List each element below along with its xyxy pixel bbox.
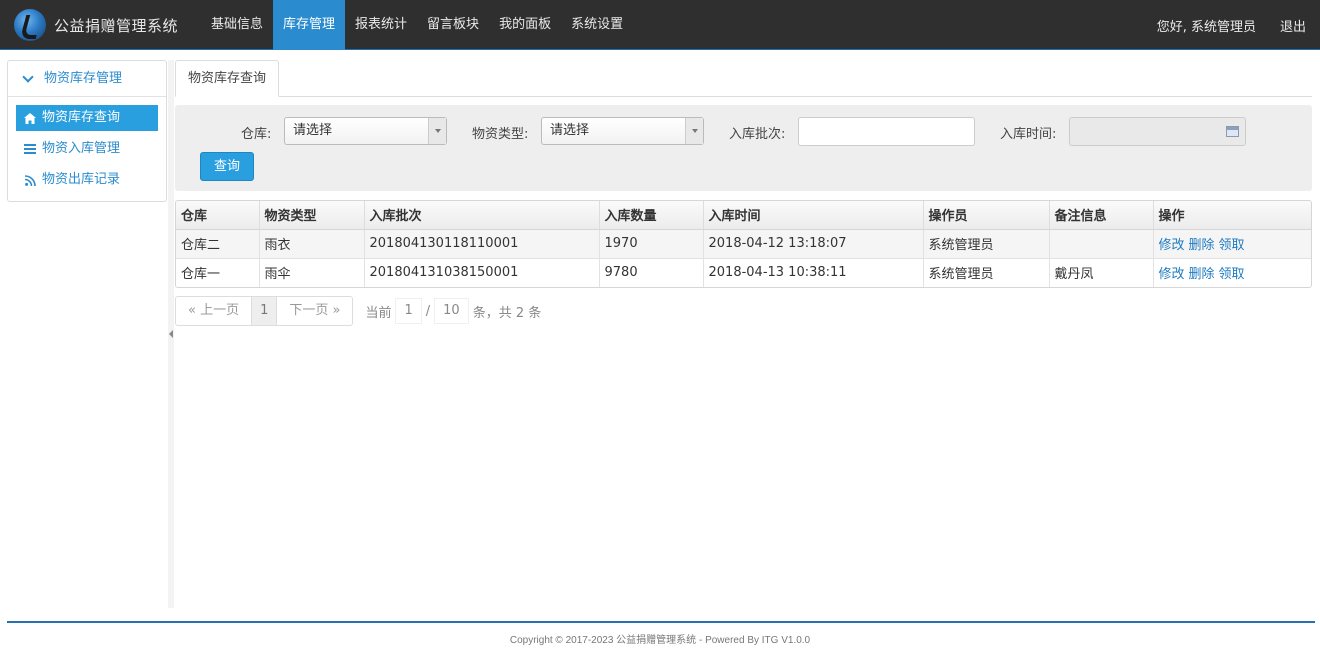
type-label: 物资类型: [472, 127, 529, 142]
cell-actions: 修改 删除 领取 [1153, 258, 1311, 287]
warehouse-select-value: 请选择 [293, 123, 333, 138]
total-pages: 10 [434, 298, 469, 324]
dropdown-arrow-icon[interactable] [685, 118, 703, 144]
prev-page-button[interactable]: « 上一页 [176, 297, 253, 325]
cell-batch: 201804131038150001 [364, 258, 600, 287]
pager-info: 当前 1 / 10 条，共 2 条 [365, 298, 541, 324]
column-header[interactable]: 备注信息 [1049, 201, 1154, 230]
cell-qty: 1970 [599, 229, 704, 259]
footer-copyright: Copyright © 2017-2023 公益捐赠管理系统 - Powered… [509, 635, 811, 646]
column-header[interactable]: 操作 [1153, 201, 1311, 230]
cell-operator: 系统管理员 [923, 258, 1050, 287]
pagination: « 上一页 1 下一页 » 当前 1 / 10 条，共 2 条 [175, 296, 1312, 326]
cell-actions: 修改 删除 领取 [1153, 229, 1311, 259]
main-nav: 基础信息 库存管理 报表统计 留言板块 我的面板 系统设置 [201, 0, 633, 50]
edit-link[interactable]: 修改 [1159, 267, 1185, 282]
footer-divider [7, 621, 1315, 623]
cell-type: 雨伞 [259, 258, 365, 287]
column-header[interactable]: 操作员 [923, 201, 1050, 230]
nav-item-my-panel[interactable]: 我的面板 [489, 0, 561, 50]
filter-panel: 仓库: 请选择 物资类型: 请选择 入库批次: 入库时间: 查询 [175, 105, 1312, 191]
app-logo-icon [14, 9, 46, 41]
sidebar-item-label: 物资出库记录 [42, 172, 121, 187]
column-header[interactable]: 入库批次 [364, 201, 600, 230]
chevron-down-icon [22, 70, 34, 83]
cell-note [1049, 229, 1154, 259]
app-title: 公益捐赠管理系统 [54, 16, 179, 35]
rss-icon [24, 174, 36, 186]
column-header[interactable]: 入库数量 [599, 201, 704, 230]
nav-item-reports[interactable]: 报表统计 [345, 0, 417, 50]
home-icon [24, 112, 36, 124]
tab-inventory-query[interactable]: 物资库存查询 [175, 60, 280, 97]
nav-item-settings[interactable]: 系统设置 [561, 0, 633, 50]
cell-warehouse: 仓库二 [176, 229, 260, 259]
column-header[interactable]: 物资类型 [259, 201, 365, 230]
sidebar: 物资库存管理 物资库存查询 物资入库管理 物资出库记录 [7, 60, 167, 202]
sidebar-item-inventory-query[interactable]: 物资库存查询 [16, 105, 158, 131]
calendar-icon[interactable] [1226, 126, 1239, 137]
record-summary: 条，共 2 条 [472, 305, 542, 321]
sidebar-header[interactable]: 物资库存管理 [8, 61, 166, 97]
column-header[interactable]: 仓库 [176, 201, 260, 230]
cell-qty: 9780 [599, 258, 704, 287]
sidebar-item-label: 物资入库管理 [42, 141, 121, 156]
type-select[interactable]: 请选择 [541, 117, 704, 145]
pager-buttons: « 上一页 1 下一页 » [175, 296, 354, 326]
cell-batch: 201804130118110001 [364, 229, 600, 259]
batch-label: 入库批次: [729, 127, 786, 142]
delete-link[interactable]: 删除 [1189, 238, 1215, 253]
logout-link[interactable]: 退出 [1280, 16, 1306, 35]
cell-note: 戴丹凤 [1049, 258, 1154, 287]
user-bar: 您好, 系统管理员 退出 [1133, 0, 1306, 50]
brand[interactable]: 公益捐赠管理系统 [14, 8, 178, 42]
list-icon [24, 143, 36, 155]
page-number-button[interactable]: 1 [252, 297, 278, 325]
sidebar-list: 物资库存查询 物资入库管理 物资出库记录 [8, 97, 166, 206]
sidebar-item-stock-in[interactable]: 物资入库管理 [16, 136, 158, 162]
nav-item-messages[interactable]: 留言板块 [417, 0, 489, 50]
cell-warehouse: 仓库一 [176, 258, 260, 287]
nav-item-inventory[interactable]: 库存管理 [273, 0, 346, 50]
cell-type: 雨衣 [259, 229, 365, 259]
claim-link[interactable]: 领取 [1219, 267, 1245, 282]
user-greeting[interactable]: 您好, 系统管理员 [1157, 16, 1256, 35]
inventory-table: 仓库 物资类型 入库批次 入库数量 入库时间 操作员 备注信息 操作 仓库二 雨… [175, 200, 1312, 288]
edit-link[interactable]: 修改 [1159, 238, 1185, 253]
batch-input[interactable] [798, 117, 975, 146]
table-header-row: 仓库 物资类型 入库批次 入库数量 入库时间 操作员 备注信息 操作 [176, 201, 1311, 230]
nav-item-basic-info[interactable]: 基础信息 [201, 0, 273, 50]
type-select-value: 请选择 [550, 123, 590, 138]
current-label: 当前 [365, 305, 392, 321]
cell-operator: 系统管理员 [923, 229, 1050, 259]
time-label: 入库时间: [1000, 127, 1057, 142]
query-button[interactable]: 查询 [200, 152, 254, 181]
main-content: 物资库存查询 仓库: 请选择 物资类型: 请选择 入库批次: 入库时间: 查询 [175, 60, 1312, 326]
collapse-arrow-icon[interactable] [169, 330, 173, 338]
cell-time: 2018-04-12 13:18:07 [703, 229, 924, 259]
table-row[interactable]: 仓库二 雨衣 201804130118110001 1970 2018-04-1… [176, 229, 1311, 259]
warehouse-select[interactable]: 请选择 [284, 117, 447, 145]
sidebar-header-label: 物资库存管理 [44, 70, 123, 86]
column-header[interactable]: 入库时间 [703, 201, 924, 230]
table-row[interactable]: 仓库一 雨伞 201804131038150001 9780 2018-04-1… [176, 258, 1311, 287]
page-separator: / [425, 303, 431, 319]
top-navbar: 公益捐赠管理系统 基础信息 库存管理 报表统计 留言板块 我的面板 系统设置 您… [0, 0, 1320, 50]
time-date-input[interactable] [1069, 117, 1246, 146]
sidebar-item-label: 物资库存查询 [42, 110, 121, 125]
current-page-input[interactable]: 1 [395, 298, 422, 324]
sidebar-item-stock-out[interactable]: 物资出库记录 [16, 167, 158, 193]
warehouse-label: 仓库: [241, 127, 272, 142]
delete-link[interactable]: 删除 [1189, 267, 1215, 282]
cell-time: 2018-04-13 10:38:11 [703, 258, 924, 287]
tab-bar: 物资库存查询 [175, 60, 1312, 97]
dropdown-arrow-icon[interactable] [428, 118, 446, 144]
next-page-button[interactable]: 下一页 » [277, 297, 352, 325]
claim-link[interactable]: 领取 [1219, 238, 1245, 253]
